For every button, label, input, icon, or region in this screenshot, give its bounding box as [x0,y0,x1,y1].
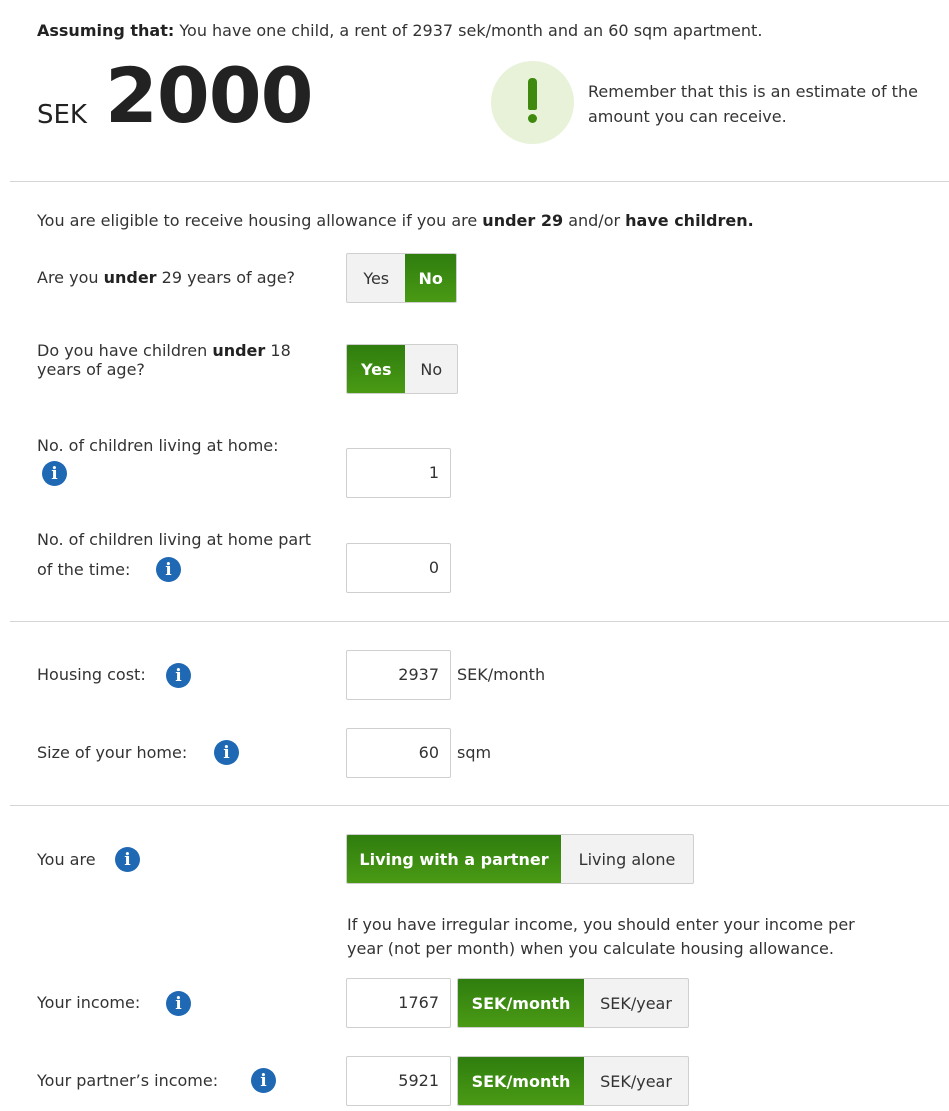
children-part-label-line1: No. of children living at home part [37,530,312,549]
info-icon[interactable]: i [166,663,191,688]
result-amount: 2000 [105,51,314,140]
divider [10,805,949,806]
info-icon[interactable]: i [42,461,67,486]
children-no-button[interactable]: No [405,345,457,393]
eligibility-intro: You are eligible to receive housing allo… [37,211,754,230]
children-home-label: No. of children living at home: [37,436,279,455]
age-yes-button[interactable]: Yes [347,254,405,302]
info-icon[interactable]: i [156,557,181,582]
age-question-pre: Are you [37,268,99,287]
housing-cost-label: Housing cost: [37,665,146,684]
assumption-label: Assuming that: [37,21,175,40]
living-partner-button[interactable]: Living with a partner [347,835,561,883]
income-note: If you have irregular income, you should… [347,913,937,961]
age-question-post: 29 years of age? [161,268,296,287]
your-income-input[interactable]: 1767 [346,978,451,1028]
info-icon[interactable]: i [166,991,191,1016]
partner-income-period-toggle[interactable]: SEK/month SEK/year [457,1056,689,1106]
home-size-label: Size of your home: [37,743,188,762]
partner-income-month-button[interactable]: SEK/month [458,1057,584,1105]
children-question-post: 18 [270,341,291,360]
partner-income-year-button[interactable]: SEK/year [584,1057,688,1105]
your-income-label: Your income: [37,993,141,1012]
partner-income-input[interactable]: 5921 [346,1056,451,1106]
your-income-period-toggle[interactable]: SEK/month SEK/year [457,978,689,1028]
assumption-value: You have one child, a rent of 2937 sek/m… [179,21,763,40]
divider [10,621,949,622]
eligibility-text: You are eligible to receive housing allo… [37,211,478,230]
housing-cost-input[interactable]: 2937 [346,650,451,700]
eligibility-age: under 29 [482,211,564,230]
your-income-year-button[interactable]: SEK/year [584,979,688,1027]
age-toggle[interactable]: Yes No [346,253,457,303]
info-icon[interactable]: i [115,847,140,872]
eligibility-children: have children. [625,211,754,230]
exclamation-icon [491,61,574,144]
children-part-input[interactable]: 0 [346,543,451,593]
result-currency: SEK [37,100,87,130]
age-no-button[interactable]: No [405,254,456,302]
divider [10,181,949,182]
children-toggle[interactable]: Yes No [346,344,458,394]
income-note-line1: If you have irregular income, you should… [347,915,855,934]
children-question-bold: under [212,341,266,360]
children-part-label-line2: of the time: [37,560,131,579]
home-size-unit: sqm [457,743,492,762]
age-question: Are you under 29 years of age? [37,268,295,287]
info-icon[interactable]: i [214,740,239,765]
housing-cost-unit: SEK/month [457,665,546,684]
children-question-line2: years of age? [37,360,145,379]
age-question-bold: under [103,268,157,287]
assumption-text: Assuming that: You have one child, a ren… [37,21,762,40]
info-icon[interactable]: i [251,1068,276,1093]
living-label: You are [37,850,96,869]
children-question: Do you have children under 18 years of a… [37,341,291,379]
children-question-pre: Do you have children [37,341,208,360]
living-toggle[interactable]: Living with a partner Living alone [346,834,694,884]
eligibility-conj: and/or [568,211,621,230]
partner-income-label: Your partner’s income: [37,1071,219,1090]
home-size-input[interactable]: 60 [346,728,451,778]
your-income-month-button[interactable]: SEK/month [458,979,584,1027]
children-home-input[interactable]: 1 [346,448,451,498]
estimate-reminder: Remember that this is an estimate of the… [588,82,918,126]
children-yes-button[interactable]: Yes [347,345,406,393]
living-alone-button[interactable]: Living alone [561,835,693,883]
income-note-line2: year (not per month) when you calculate … [347,939,834,958]
